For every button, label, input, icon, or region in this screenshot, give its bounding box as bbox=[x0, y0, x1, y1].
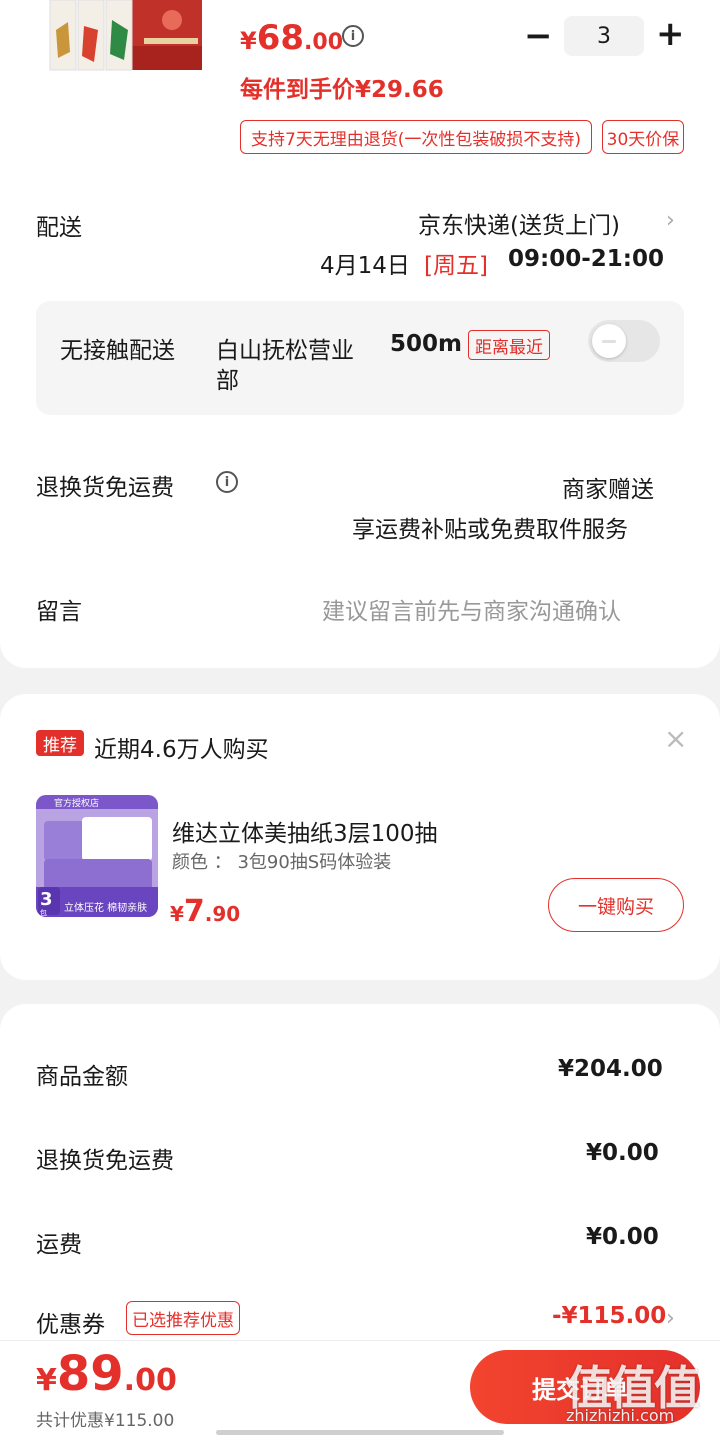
coupon-tag-text: 已选推荐优惠 bbox=[132, 1310, 234, 1331]
delivery-weekday: [周五] bbox=[424, 253, 488, 279]
contactless-label: 无接触配送 bbox=[60, 338, 175, 364]
total-decimal: .00 bbox=[123, 1363, 177, 1398]
recommend-badge: 推荐 bbox=[36, 730, 84, 756]
delivery-label: 配送 bbox=[36, 215, 82, 241]
return-shipping-label: 退换货免运费 bbox=[36, 475, 174, 501]
price-protect-text: 30天价保 bbox=[606, 129, 680, 150]
delivery-time-window: 09:00-21:00 bbox=[508, 246, 664, 272]
product-image[interactable] bbox=[44, 0, 204, 74]
return-fee-label: 退换货免运费 bbox=[36, 1148, 174, 1174]
recommend-item-name[interactable]: 维达立体美抽纸3层100抽 bbox=[172, 814, 438, 848]
total-price: ¥89.00 bbox=[36, 1346, 177, 1402]
image-count: 3 bbox=[40, 889, 53, 910]
shipping-fee-label: 运费 bbox=[36, 1232, 82, 1258]
recommend-item-image[interactable]: 官方授权店 3 包 立体压花 棉韧亲肤 bbox=[36, 795, 158, 917]
nearest-tag: 距离最近 bbox=[468, 330, 550, 360]
total-currency: ¥ bbox=[36, 1363, 57, 1398]
quantity-input[interactable]: 3 bbox=[564, 16, 644, 56]
total-discount: 共计优惠¥115.00 bbox=[36, 1411, 175, 1431]
item-price-currency: ¥ bbox=[170, 902, 184, 926]
total-integer: 89 bbox=[56, 1346, 124, 1402]
goods-amount-value: ¥204.00 bbox=[558, 1056, 663, 1082]
return-policy-text: 支持7天无理由退货(一次性包装破损不支持) bbox=[250, 129, 582, 150]
message-label: 留言 bbox=[36, 599, 82, 625]
nearest-tag-text: 距离最近 bbox=[475, 337, 543, 358]
coupon-value[interactable]: -¥115.00 bbox=[552, 1303, 666, 1329]
delivery-carrier[interactable]: 京东快递(送货上门) bbox=[418, 206, 620, 240]
coupon-selected-tag: 已选推荐优惠 bbox=[126, 1301, 240, 1335]
return-shipping-desc: 享运费补贴或免费取件服务 bbox=[352, 517, 628, 543]
increase-quantity-button[interactable]: + bbox=[656, 14, 685, 54]
station-name-line1: 白山抚松营业 bbox=[216, 338, 354, 364]
recommend-title: 近期4.6万人购买 bbox=[94, 737, 269, 763]
item-price-integer: 7 bbox=[183, 894, 205, 929]
decrease-quantity-button[interactable]: − bbox=[524, 16, 553, 56]
price-currency: ¥ bbox=[240, 27, 257, 55]
recommend-item-spec: 颜色 ： 3包90抽S码体验装 bbox=[172, 852, 392, 873]
station-distance: 500m bbox=[390, 331, 462, 357]
home-indicator[interactable] bbox=[216, 1430, 504, 1435]
coupon-label: 优惠券 bbox=[36, 1312, 105, 1338]
recommend-close-icon[interactable]: × bbox=[664, 722, 687, 755]
return-shipping-value: 商家赠送 bbox=[562, 477, 654, 503]
coupon-chevron-icon[interactable]: › bbox=[666, 1306, 675, 1331]
station-name-line2: 部 bbox=[216, 368, 239, 394]
price-decimal: .00 bbox=[304, 30, 344, 55]
contactless-toggle[interactable] bbox=[588, 320, 660, 362]
recommend-item-price: ¥7.90 bbox=[170, 894, 240, 929]
price-integer: 68 bbox=[256, 18, 305, 58]
order-card: ¥68.00 i − 3 + 每件到手价¥29.66 支持7天无理由退货(一次性… bbox=[0, 0, 720, 668]
product-price: ¥68.00 bbox=[240, 18, 343, 58]
delivery-chevron-icon[interactable]: › bbox=[666, 208, 675, 233]
buy-button-label: 一键购买 bbox=[577, 895, 654, 918]
watermark-url: zhizhizhi.com bbox=[566, 1406, 675, 1425]
one-click-buy-button[interactable]: 一键购买 bbox=[548, 878, 684, 932]
image-top-label: 官方授权店 bbox=[54, 799, 100, 809]
goods-amount-label: 商品金额 bbox=[36, 1064, 128, 1090]
message-input[interactable]: 建议留言前先与商家沟通确认 bbox=[322, 592, 621, 626]
return-shipping-info-icon[interactable]: i bbox=[216, 471, 238, 493]
image-count-unit: 包 bbox=[40, 909, 47, 917]
recommend-badge-text: 推荐 bbox=[43, 735, 77, 756]
price-protect-tag: 30天价保 bbox=[602, 120, 684, 154]
price-info-icon[interactable]: i bbox=[342, 25, 364, 47]
shipping-fee-value: ¥0.00 bbox=[586, 1224, 659, 1250]
image-banner: 立体压花 棉韧亲肤 bbox=[64, 903, 148, 914]
return-fee-value: ¥0.00 bbox=[586, 1140, 659, 1166]
quantity-value: 3 bbox=[597, 23, 611, 49]
return-policy-tag: 支持7天无理由退货(一次性包装破损不支持) bbox=[240, 120, 592, 154]
unit-price: 每件到手价¥29.66 bbox=[240, 77, 444, 103]
toggle-knob bbox=[592, 324, 626, 358]
delivery-date: 4月14日 bbox=[320, 253, 410, 279]
item-price-decimal: .90 bbox=[204, 902, 241, 926]
